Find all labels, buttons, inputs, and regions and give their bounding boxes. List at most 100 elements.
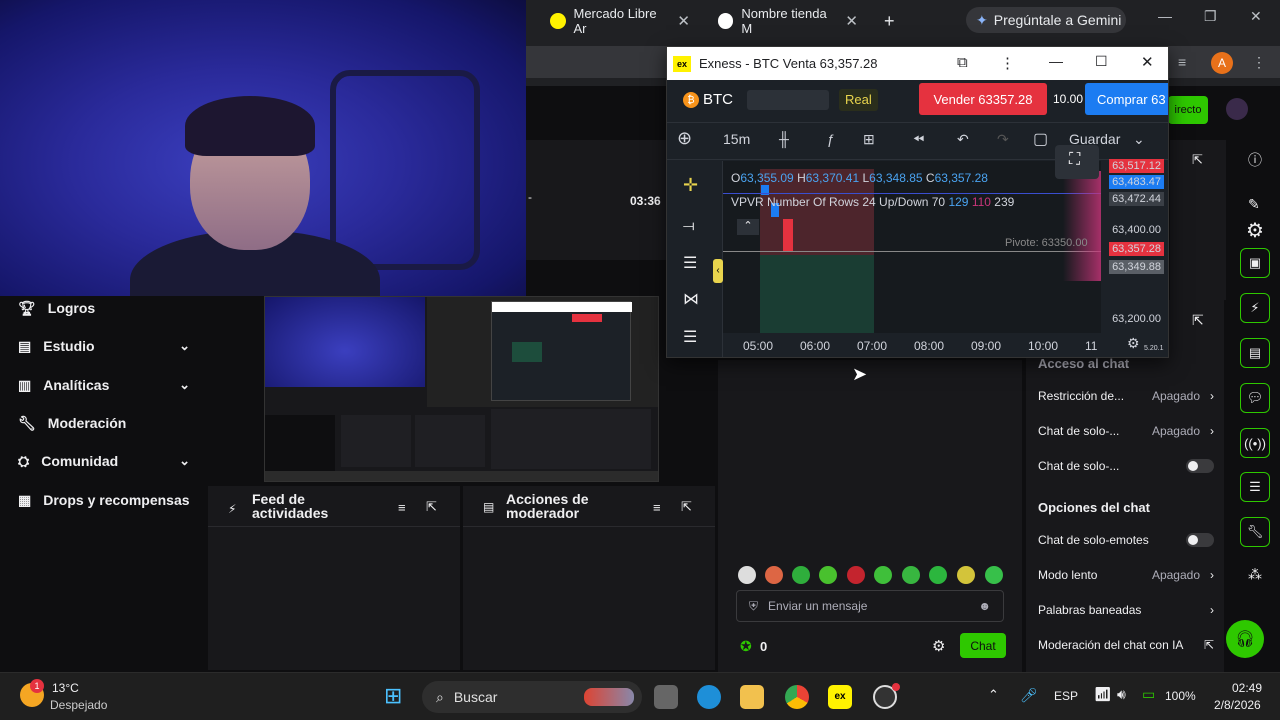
nav-item-estudio[interactable]: ▤ Estudio ⌄ (18, 334, 190, 358)
reading-list-icon[interactable]: ≡ (1178, 54, 1186, 70)
buy-button[interactable]: Comprar 63 (1085, 83, 1168, 115)
emote-icon[interactable] (985, 566, 1003, 584)
chat-input[interactable]: ⛨ Enviar un mensaje ☻ (736, 590, 1004, 622)
close-icon[interactable]: ✕ (677, 12, 690, 30)
restore-icon[interactable]: ❐ (1204, 8, 1217, 25)
new-tab-button[interactable]: + (874, 6, 904, 36)
minimize-icon[interactable]: — (1049, 53, 1063, 69)
nav-item-analiticas[interactable]: ▥ Analíticas ⌄ (18, 373, 190, 397)
tab-nombre-tienda[interactable]: Nombre tienda M ✕ (708, 6, 868, 36)
emote-icon[interactable] (957, 566, 975, 584)
chrome-icon[interactable] (785, 685, 809, 709)
emote-icon[interactable] (929, 566, 947, 584)
undo-icon[interactable]: ↶ (957, 131, 969, 148)
pencil-icon[interactable]: ✎ (1248, 196, 1260, 213)
support-icon[interactable]: 🎧︎ (1226, 620, 1264, 658)
chevron-up-icon[interactable]: ⌃ (988, 687, 999, 703)
redo-icon[interactable]: ↷ (997, 131, 1009, 148)
banned-words-row[interactable]: Palabras baneadas › (1038, 603, 1214, 617)
layout-grid-icon[interactable]: ⊞ (863, 131, 875, 148)
battery-icon[interactable]: ▭ (1142, 686, 1155, 703)
close-icon[interactable]: ✕ (845, 12, 858, 30)
rail-button-chat[interactable]: 💬︎ (1240, 383, 1270, 413)
maximize-icon[interactable]: ☐ (1095, 53, 1108, 70)
clock-time[interactable]: 02:49 (1232, 681, 1262, 695)
emote-icon[interactable] (847, 566, 865, 584)
gemini-button[interactable]: ✦ Pregúntale a Gemini (966, 7, 1126, 33)
slow-mode-row[interactable]: Modo lento Apagado › (1038, 568, 1214, 582)
line-tool-icon[interactable]: ⟞ (683, 217, 695, 234)
emote-icon[interactable] (738, 566, 756, 584)
restriction-row[interactable]: Restricción de... Apagado › (1038, 389, 1214, 403)
language-indicator[interactable]: ESP (1054, 689, 1078, 703)
more-icon[interactable]: ⋮ (1000, 54, 1015, 72)
microphone-icon[interactable]: 🎤︎ (1020, 687, 1038, 704)
volume-icon[interactable]: 🔊︎ (1117, 686, 1126, 703)
wifi-icon[interactable]: 📶︎ (1094, 686, 1112, 703)
rail-button-layout[interactable]: ☰ (1240, 472, 1270, 502)
fib-tool-icon[interactable]: ☰ (683, 253, 697, 273)
indicators-icon[interactable]: ƒ (827, 131, 835, 147)
settings-icon[interactable]: ⚙ (932, 637, 945, 655)
more-menu-icon[interactable]: ⋮ (1252, 54, 1266, 71)
toggle-switch[interactable] (1186, 533, 1214, 547)
subs-only-row[interactable]: Chat de solo-... Apagado › (1038, 424, 1214, 438)
rail-button-broadcast[interactable]: ((•)) (1240, 428, 1270, 458)
extension-icon[interactable]: ⧉ (957, 54, 968, 71)
collapse-tab-icon[interactable]: ‹ (713, 259, 723, 283)
timeframe-selector[interactable]: 15m (723, 131, 750, 147)
channel-points-icon[interactable]: ✪ (740, 638, 752, 655)
filter-icon[interactable]: ≡ (398, 500, 406, 515)
ai-moderation-row[interactable]: Moderación del chat con IA ⇱ (1038, 638, 1214, 652)
emoji-icon[interactable]: ☻ (978, 599, 991, 613)
clock-date[interactable]: 2/8/2026 (1214, 698, 1261, 712)
info-icon[interactable]: ⓘ (1248, 150, 1262, 170)
account-type-badge[interactable]: Real (839, 89, 878, 111)
exness-app-icon[interactable]: ex (828, 685, 852, 709)
share-icon[interactable]: ⁂ (1248, 566, 1262, 583)
close-icon[interactable]: ✕ (1141, 53, 1154, 71)
nav-item-logros[interactable]: 🏆︎ Logros (18, 296, 190, 320)
minimize-icon[interactable]: — (1158, 8, 1172, 24)
rail-button-capture[interactable]: ▣ (1240, 248, 1270, 278)
rail-button-tools[interactable]: 🔧︎ (1240, 517, 1270, 547)
add-icon[interactable]: ⊕ (677, 128, 692, 149)
collapse-legend-icon[interactable]: ⌃ (737, 219, 759, 235)
measure-tool-icon[interactable]: ☰ (683, 327, 697, 347)
nav-item-drops[interactable]: ▦ Drops y recompensas (18, 488, 190, 512)
rail-button-notes[interactable]: ▤ (1240, 338, 1270, 368)
sell-button[interactable]: Vender 63357.28 (919, 83, 1047, 115)
square-icon[interactable]: ▢ (1033, 129, 1048, 149)
edge-icon[interactable] (697, 685, 721, 709)
user-avatar[interactable] (1226, 98, 1248, 120)
windows-start-icon[interactable]: ⊞ (384, 683, 402, 709)
pattern-tool-icon[interactable]: ⋈ (683, 289, 699, 309)
emote-icon[interactable] (902, 566, 920, 584)
nav-item-moderacion[interactable]: 🔧︎ Moderación (18, 411, 190, 435)
profile-avatar[interactable]: A (1211, 52, 1233, 74)
settings-icon[interactable]: ⚙ (1127, 335, 1140, 352)
chevron-down-icon[interactable]: ⌄ (1133, 131, 1145, 148)
emote-icon[interactable] (792, 566, 810, 584)
candles-icon[interactable]: ╫ (779, 131, 789, 147)
popout-icon[interactable]: ⇱ (681, 499, 692, 515)
emote-icon[interactable] (765, 566, 783, 584)
close-window-icon[interactable]: ✕ (1250, 8, 1262, 25)
filter-icon[interactable]: ≡ (653, 500, 661, 515)
file-explorer-icon[interactable] (740, 685, 764, 709)
crosshair-icon[interactable]: ✛ (683, 175, 698, 196)
taskbar-search[interactable]: ⌕ Buscar (422, 681, 642, 713)
popout-icon[interactable]: ⇱ (426, 499, 437, 515)
selection-tool[interactable]: ⛶ (1055, 145, 1099, 179)
popout-icon[interactable]: ⇱ (1192, 152, 1203, 168)
nav-item-comunidad[interactable]: ⛭ Comunidad ⌄ (18, 449, 190, 473)
replay-icon[interactable]: ⏪︎ (913, 131, 924, 148)
popout-icon[interactable]: ⇱ (1192, 312, 1204, 329)
emote-icon[interactable] (819, 566, 837, 584)
chat-send-button[interactable]: Chat (960, 633, 1006, 658)
go-live-button[interactable]: irecto (1168, 96, 1208, 124)
task-view-icon[interactable] (654, 685, 678, 709)
emote-icon[interactable] (874, 566, 892, 584)
tab-mercado-libre[interactable]: Mercado Libre Ar ✕ (540, 6, 700, 36)
toggle-switch[interactable] (1186, 459, 1214, 473)
